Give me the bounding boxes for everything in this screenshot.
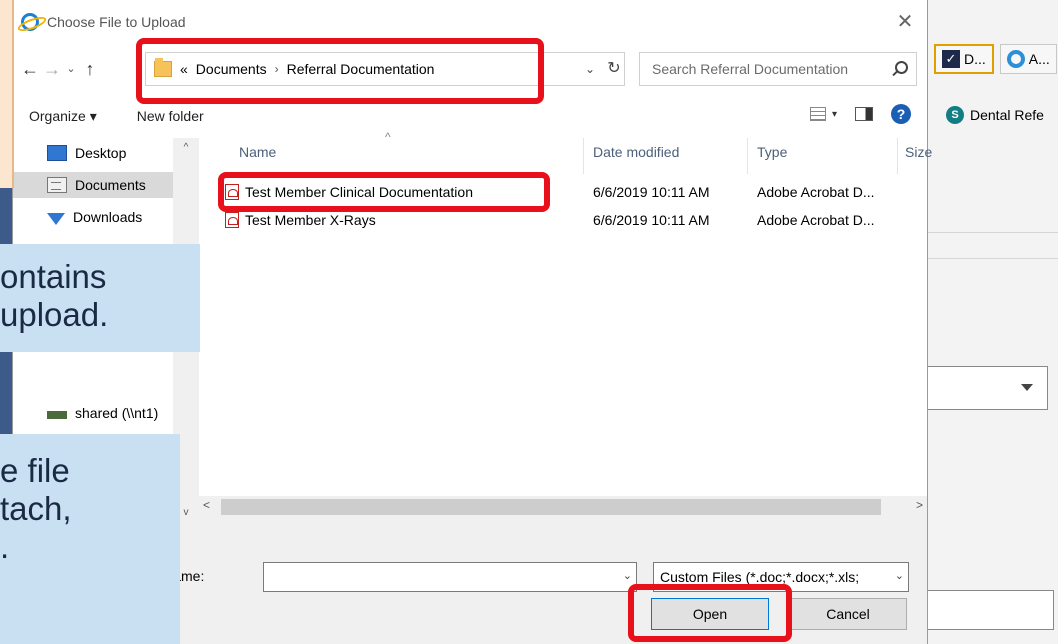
- downloads-icon: [47, 213, 65, 225]
- caret-down-icon: [1021, 384, 1033, 391]
- column-divider[interactable]: [897, 138, 898, 174]
- file-type-filter-value: Custom Files (*.doc;*.docx;*.xls;: [660, 569, 860, 585]
- breadcrumb-documents[interactable]: Documents: [196, 61, 267, 77]
- cancel-button[interactable]: Cancel: [789, 598, 907, 630]
- callout-text-line: ontains: [0, 258, 107, 295]
- file-date: 6/6/2019 10:11 AM: [593, 184, 710, 200]
- breadcrumb-overflow[interactable]: «: [180, 61, 188, 77]
- search-icon[interactable]: [895, 61, 908, 74]
- documents-icon: [47, 177, 67, 193]
- open-button[interactable]: Open: [651, 598, 769, 630]
- column-header-type[interactable]: Type: [757, 144, 787, 160]
- folder-icon: [154, 58, 172, 77]
- address-dropdown-button[interactable]: ⌄: [578, 53, 602, 85]
- column-header-size[interactable]: Size: [905, 144, 932, 160]
- background-select[interactable]: [928, 366, 1048, 410]
- tab-label: A...: [1028, 51, 1050, 67]
- close-button[interactable]: ✕: [891, 8, 919, 36]
- nav-item-documents[interactable]: Documents: [13, 172, 173, 198]
- tab-label: D...: [964, 51, 986, 67]
- scroll-left-icon[interactable]: <: [203, 498, 210, 512]
- favorite-label: Dental Refe: [970, 107, 1044, 123]
- file-name-input[interactable]: [264, 563, 604, 591]
- nav-item-shared[interactable]: shared (\\nt1): [13, 400, 173, 426]
- change-view-button[interactable]: ▾: [809, 107, 837, 121]
- chevron-down-icon[interactable]: ⌄: [623, 569, 632, 582]
- file-date: 6/6/2019 10:11 AM: [593, 212, 710, 228]
- internet-explorer-icon: [21, 13, 39, 31]
- browser-tab-1[interactable]: ✓ D...: [934, 44, 994, 74]
- ring-icon: [1006, 50, 1025, 68]
- dialog-titlebar: Choose File to Upload ✕: [13, 0, 927, 44]
- scroll-right-icon[interactable]: >: [916, 498, 923, 512]
- nav-item-label: Desktop: [75, 145, 127, 161]
- recent-locations-button[interactable]: ⌄: [63, 55, 79, 83]
- refresh-button[interactable]: ↻: [602, 53, 626, 85]
- help-icon[interactable]: ?: [891, 104, 911, 124]
- preview-pane-icon[interactable]: [855, 107, 873, 121]
- scroll-thumb[interactable]: [221, 499, 881, 515]
- pdf-file-icon: [225, 212, 239, 228]
- column-header-name[interactable]: Name: [239, 144, 276, 160]
- scroll-up-icon[interactable]: ^: [173, 142, 199, 153]
- organize-button[interactable]: Organize ▾: [29, 108, 97, 125]
- file-type: Adobe Acrobat D...: [757, 184, 875, 200]
- file-type-filter[interactable]: Custom Files (*.doc;*.docx;*.xls; ⌄: [653, 562, 909, 592]
- network-drive-icon: [47, 411, 67, 419]
- chevron-down-icon: ⌄: [891, 569, 904, 582]
- view-list-icon: [809, 107, 826, 121]
- browser-tab-2[interactable]: A...: [999, 44, 1057, 74]
- nav-item-label: Downloads: [73, 209, 143, 225]
- horizontal-scrollbar[interactable]: < >: [199, 496, 927, 518]
- search-input[interactable]: Search Referral Documentation: [639, 52, 917, 86]
- divider: [928, 232, 1058, 233]
- file-name: Test Member X-Rays: [245, 212, 376, 228]
- favorites-item[interactable]: S Dental Refe: [928, 98, 1058, 132]
- background-input[interactable]: [928, 590, 1054, 630]
- chevron-down-icon: ▾: [831, 108, 837, 120]
- checkmark-icon: ✓: [942, 50, 960, 68]
- callout-text-line: e file: [0, 452, 70, 489]
- back-button[interactable]: ←: [19, 55, 41, 83]
- tutorial-note-strip: [0, 0, 14, 188]
- column-divider[interactable]: [747, 138, 748, 174]
- file-name: Test Member Clinical Documentation: [245, 184, 473, 200]
- up-button[interactable]: ↑: [79, 55, 101, 83]
- file-type: Adobe Acrobat D...: [757, 212, 875, 228]
- forward-button[interactable]: →: [41, 55, 63, 83]
- dialog-title: Choose File to Upload: [47, 14, 186, 30]
- desktop-icon: [47, 145, 67, 161]
- file-name-field[interactable]: ⌄: [263, 562, 637, 592]
- callout-text-line: tach,: [0, 490, 72, 527]
- address-row: ← → ⌄ ↑ « Documents › Referral Documenta…: [13, 44, 927, 94]
- file-row[interactable]: Test Member Clinical Documentation 6/6/2…: [225, 182, 925, 204]
- file-row[interactable]: Test Member X-Rays 6/6/2019 10:11 AM Ado…: [225, 210, 925, 232]
- file-list: ^ Name Date modified Type Size Test Memb…: [199, 130, 932, 518]
- new-folder-button[interactable]: New folder: [137, 108, 204, 124]
- divider: [928, 258, 1058, 259]
- tutorial-callout-2: e file tach, .: [0, 434, 180, 644]
- search-placeholder: Search Referral Documentation: [652, 61, 849, 77]
- breadcrumb-referral-documentation[interactable]: Referral Documentation: [287, 61, 435, 77]
- column-header-date[interactable]: Date modified: [593, 144, 679, 160]
- browser-tabstrip: ✓ D... A...: [928, 40, 1058, 78]
- callout-text-line: .: [0, 528, 10, 565]
- toolbar-right: ▾ ?: [809, 104, 911, 124]
- column-divider[interactable]: [583, 138, 584, 174]
- nav-item-label: Documents: [75, 177, 146, 193]
- dialog-toolbar: Organize ▾ New folder ▾ ?: [13, 94, 927, 138]
- nav-item-downloads[interactable]: Downloads: [13, 204, 173, 230]
- address-bar[interactable]: « Documents › Referral Documentation ⌄ ↻: [145, 52, 625, 86]
- breadcrumb-separator: ›: [274, 62, 279, 76]
- nav-item-desktop[interactable]: Desktop: [13, 140, 173, 166]
- pdf-file-icon: [225, 184, 239, 200]
- tutorial-callout-1: ontains upload.: [0, 244, 200, 352]
- sort-ascending-icon: ^: [385, 130, 391, 144]
- nav-item-label: shared (\\nt1): [75, 405, 159, 421]
- sharepoint-icon: S: [946, 106, 964, 124]
- callout-text-line: upload.: [0, 296, 109, 333]
